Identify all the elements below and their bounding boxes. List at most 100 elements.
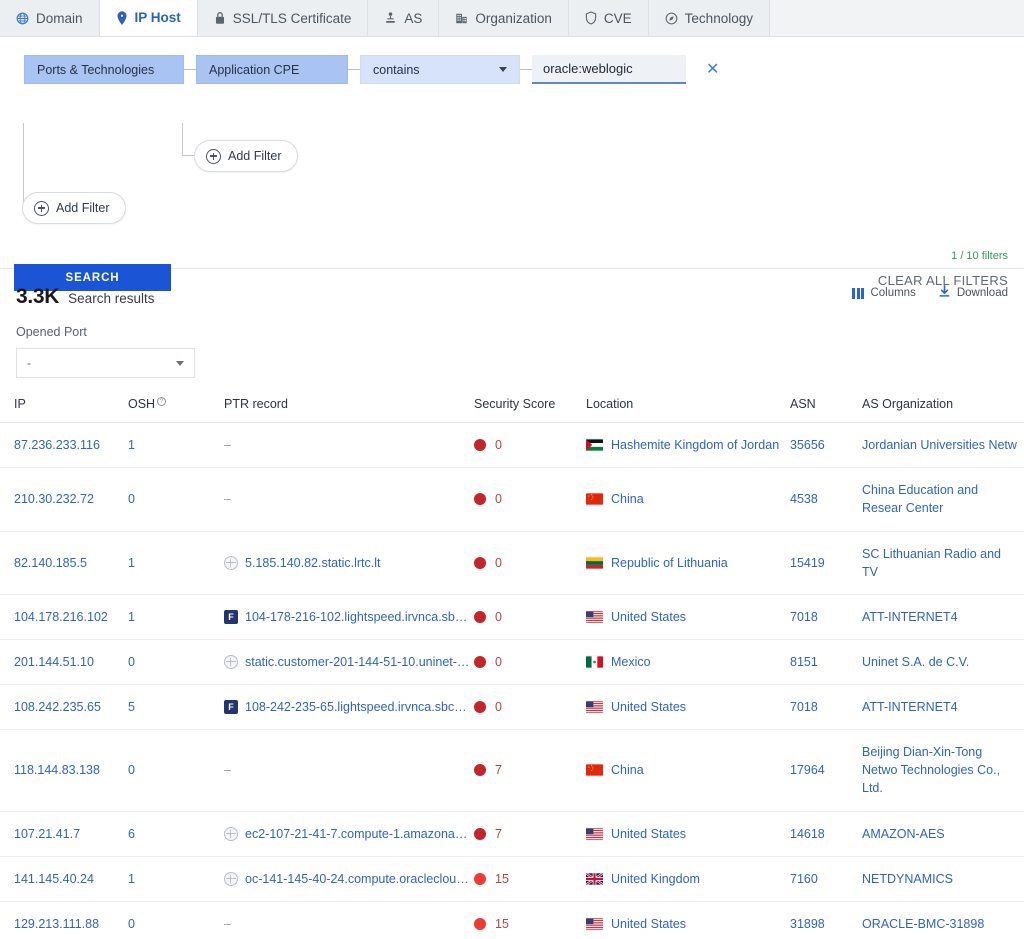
cell-asn[interactable]: 4538 [790, 468, 862, 531]
cell-asn[interactable]: 31898 [790, 901, 862, 939]
add-sub-filter-label: Add Filter [228, 149, 282, 163]
cell-ip[interactable]: 104.178.216.102 [0, 594, 128, 639]
cell-ptr-record[interactable]: ec2-107-21-41-7.compute-1.amazonaws… [224, 811, 474, 856]
results-table-body: 87.236.233.1161–0Hashemite Kingdom of Jo… [0, 423, 1024, 939]
column-header-asn[interactable]: ASN [790, 397, 862, 423]
cell-osh: 1 [128, 423, 224, 468]
info-icon[interactable]: ? [157, 397, 166, 406]
ptr-record-text: 108-242-235-65.lightspeed.irvnca.sbcgl… [245, 700, 470, 714]
security-score-value: 7 [495, 827, 502, 841]
cell-as-organization[interactable]: Jordanian Universities Netw [862, 423, 1024, 468]
cell-location[interactable]: United States [586, 594, 790, 639]
cell-ip[interactable]: 141.145.40.24 [0, 856, 128, 901]
column-header-as-organization[interactable]: AS Organization [862, 397, 1024, 423]
filter-operator-select[interactable]: contains [360, 55, 520, 84]
cell-location[interactable]: United States [586, 811, 790, 856]
table-row[interactable]: 210.30.232.720–0China4538China Education… [0, 468, 1024, 531]
tab-domain[interactable]: Domain [0, 0, 100, 36]
cell-ip[interactable]: 201.144.51.10 [0, 639, 128, 684]
remove-filter-icon[interactable]: ✕ [706, 62, 719, 78]
cell-asn[interactable]: 7160 [790, 856, 862, 901]
cell-ip[interactable]: 118.144.83.138 [0, 730, 128, 811]
tab-cve[interactable]: CVE [569, 0, 649, 36]
filter-category-chip[interactable]: Ports & Technologies [24, 55, 184, 84]
map-pin-icon [116, 11, 128, 25]
table-row[interactable]: 107.21.41.76ec2-107-21-41-7.compute-1.am… [0, 811, 1024, 856]
opened-port-label: Opened Port [16, 325, 1008, 339]
cell-as-organization[interactable]: AMAZON-AES [862, 811, 1024, 856]
cell-as-organization[interactable]: ATT-INTERNET4 [862, 594, 1024, 639]
cell-location[interactable]: Mexico [586, 639, 790, 684]
filter-value-input[interactable] [543, 61, 675, 76]
cell-ptr-record[interactable]: F108-242-235-65.lightspeed.irvnca.sbcgl… [224, 685, 474, 730]
add-sub-filter-button[interactable]: Add Filter [194, 140, 298, 172]
results-table-header: IPOSH?PTR recordSecurity ScoreLocationAS… [0, 397, 1024, 423]
columns-button[interactable]: Columns [852, 287, 915, 299]
cell-ptr-record: – [224, 468, 474, 531]
column-header-label: OSH [128, 397, 155, 411]
opened-port-select[interactable]: - [16, 348, 195, 378]
security-score-dot [474, 828, 486, 840]
cell-ip[interactable]: 108.242.235.65 [0, 685, 128, 730]
cell-as-organization[interactable]: Uninet S.A. de C.V. [862, 639, 1024, 684]
cell-as-organization[interactable]: Beijing Dian-Xin-Tong Netwo Technologies… [862, 730, 1024, 811]
table-row[interactable]: 118.144.83.1380–7China17964Beijing Dian-… [0, 730, 1024, 811]
cell-as-organization[interactable]: ORACLE-BMC-31898 [862, 901, 1024, 939]
cell-ptr-record[interactable]: 5.185.140.82.static.lrtc.lt [224, 531, 474, 594]
cell-location[interactable]: China [586, 468, 790, 531]
column-header-security-score[interactable]: Security Score [474, 397, 586, 423]
cell-ip[interactable]: 107.21.41.7 [0, 811, 128, 856]
table-row[interactable]: 104.178.216.1021F104-178-216-102.lightsp… [0, 594, 1024, 639]
cell-ip[interactable]: 87.236.233.116 [0, 423, 128, 468]
filter-field-chip[interactable]: Application CPE [196, 55, 348, 84]
add-filter-button[interactable]: Add Filter [22, 192, 126, 224]
table-row[interactable]: 82.140.185.515.185.140.82.static.lrtc.lt… [0, 531, 1024, 594]
cell-location[interactable]: United Kingdom [586, 856, 790, 901]
location-name: Mexico [611, 655, 651, 669]
column-header-ptr-record[interactable]: PTR record [224, 397, 474, 423]
flag-icon-cn [586, 764, 603, 776]
cell-ip[interactable]: 129.213.111.88 [0, 901, 128, 939]
table-row[interactable]: 108.242.235.655F108-242-235-65.lightspee… [0, 685, 1024, 730]
cell-ptr-record[interactable]: F104-178-216-102.lightspeed.irvnca.sbcg… [224, 594, 474, 639]
cell-location[interactable]: United States [586, 901, 790, 939]
cell-location[interactable]: China [586, 730, 790, 811]
cell-ip[interactable]: 210.30.232.72 [0, 468, 128, 531]
cell-location[interactable]: Republic of Lithuania [586, 531, 790, 594]
column-header-osh[interactable]: OSH? [128, 397, 224, 423]
table-row[interactable]: 87.236.233.1161–0Hashemite Kingdom of Jo… [0, 423, 1024, 468]
cell-asn[interactable]: 35656 [790, 423, 862, 468]
column-header-location[interactable]: Location [586, 397, 790, 423]
table-row[interactable]: 201.144.51.100static.customer-201-144-51… [0, 639, 1024, 684]
cell-asn[interactable]: 14618 [790, 811, 862, 856]
cell-as-organization[interactable]: NETDYNAMICS [862, 856, 1024, 901]
cell-as-organization[interactable]: SC Lithuanian Radio and TV [862, 531, 1024, 594]
cell-asn[interactable]: 7018 [790, 685, 862, 730]
column-header-label: Location [586, 397, 633, 411]
cell-ptr-record[interactable]: oc-141-145-40-24.compute.oraclecloud…. [224, 856, 474, 901]
tab-ssl-tls-certificate[interactable]: SSL/TLS Certificate [198, 0, 369, 36]
tab-ip-host[interactable]: IP Host [100, 0, 198, 36]
as-organization-name: Uninet S.A. de C.V. [862, 655, 969, 669]
cell-as-organization[interactable]: China Education and Resear Center [862, 468, 1024, 531]
cell-asn[interactable]: 15419 [790, 531, 862, 594]
filter-value-field[interactable] [532, 55, 686, 84]
tab-technology[interactable]: Technology [649, 0, 770, 36]
cell-ip[interactable]: 82.140.185.5 [0, 531, 128, 594]
cell-ptr-record[interactable]: static.customer-201-144-51-10.uninet-id… [224, 639, 474, 684]
cell-asn[interactable]: 7018 [790, 594, 862, 639]
column-header-ip[interactable]: IP [0, 397, 128, 423]
cell-asn[interactable]: 17964 [790, 730, 862, 811]
tab-as[interactable]: AS [368, 0, 439, 36]
cell-ptr-record: – [224, 901, 474, 939]
cell-location[interactable]: United States [586, 685, 790, 730]
table-row[interactable]: 129.213.111.880–15United States31898ORAC… [0, 901, 1024, 939]
cell-asn[interactable]: 8151 [790, 639, 862, 684]
results-label: Search results [68, 291, 154, 306]
location-name: China [611, 763, 644, 777]
cell-as-organization[interactable]: ATT-INTERNET4 [862, 685, 1024, 730]
download-button[interactable]: Download [938, 285, 1008, 301]
tab-organization[interactable]: Organization [439, 0, 569, 36]
table-row[interactable]: 141.145.40.241oc-141-145-40-24.compute.o… [0, 856, 1024, 901]
cell-location[interactable]: Hashemite Kingdom of Jordan [586, 423, 790, 468]
